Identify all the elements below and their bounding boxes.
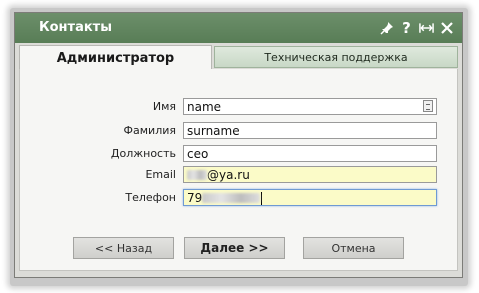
- cancel-button[interactable]: Отмена: [303, 237, 404, 259]
- name-label: Имя: [152, 100, 176, 113]
- surname-label: Фамилия: [123, 124, 176, 137]
- back-button-label: << Назад: [94, 241, 153, 255]
- contact-card-icon[interactable]: [423, 100, 433, 112]
- email-value-wrap: @ya.ru: [187, 168, 250, 182]
- help-icon[interactable]: ?: [399, 18, 414, 37]
- phone-label: Телефон: [125, 191, 176, 204]
- contacts-dialog: Контакты ? Администратор Техническая под…: [14, 12, 463, 278]
- next-button[interactable]: Далее >>: [184, 237, 285, 259]
- window-title: Контакты: [39, 20, 112, 35]
- tab-bar: Администратор Техническая поддержка: [15, 43, 462, 70]
- tab-administrator[interactable]: Администратор: [19, 45, 212, 70]
- text-caret: [261, 191, 263, 205]
- email-value: @ya.ru: [207, 168, 250, 182]
- resize-icon[interactable]: [419, 19, 434, 36]
- back-button[interactable]: << Назад: [73, 237, 174, 259]
- redacted-blur: [202, 193, 261, 203]
- phone-value: 79: [187, 191, 203, 205]
- pin-icon[interactable]: [379, 19, 394, 36]
- email-label: Email: [145, 168, 176, 181]
- tab-tech-support[interactable]: Техническая поддержка: [214, 46, 458, 68]
- tab-label: Техническая поддержка: [264, 50, 408, 64]
- email-row: Email @ya.ru: [20, 166, 457, 184]
- cancel-button-label: Отмена: [331, 241, 376, 255]
- position-label: Должность: [110, 147, 176, 160]
- titlebar[interactable]: Контакты ?: [15, 13, 462, 43]
- surname-field[interactable]: surname: [183, 122, 437, 139]
- name-row: Имя name: [20, 98, 457, 116]
- help-glyph: ?: [402, 18, 411, 37]
- redacted-blur: [187, 170, 207, 180]
- next-button-label: Далее >>: [200, 241, 269, 255]
- surname-row: Фамилия surname: [20, 122, 457, 140]
- name-field[interactable]: name: [183, 98, 437, 115]
- phone-field[interactable]: 79: [183, 189, 437, 206]
- close-icon[interactable]: [439, 19, 454, 36]
- name-value: name: [187, 100, 222, 114]
- email-field[interactable]: @ya.ru: [183, 166, 437, 183]
- surname-value: surname: [187, 124, 240, 138]
- position-row: Должность ceo: [20, 145, 457, 163]
- phone-value-wrap: 79: [187, 191, 263, 205]
- position-field[interactable]: ceo: [183, 145, 437, 162]
- titlebar-icons: ?: [379, 18, 454, 37]
- page: Контакты ? Администратор Техническая под…: [0, 0, 479, 293]
- position-value: ceo: [187, 147, 209, 161]
- phone-row: Телефон 79: [20, 189, 457, 207]
- tab-label: Администратор: [56, 50, 175, 66]
